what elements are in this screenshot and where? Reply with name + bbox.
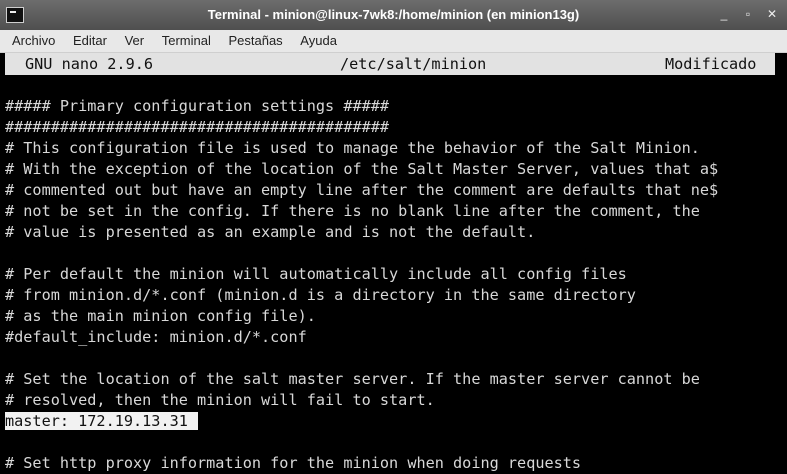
nano-filename: /etc/salt/minion [340,55,487,73]
terminal-area[interactable]: GNU nano 2.9.6 /etc/salt/minion Modifica… [0,53,787,472]
menu-ayuda[interactable]: Ayuda [293,30,344,52]
menu-ver[interactable]: Ver [118,30,152,52]
nano-modified-status: Modificado [665,55,757,73]
menu-editar[interactable]: Editar [66,30,114,52]
editor-line: ########################################… [5,118,390,136]
editor-line: # value is presented as an example and i… [5,223,536,241]
editor-line: # This configuration file is used to man… [5,139,700,157]
close-button[interactable]: ✕ [765,6,779,22]
selected-line-text: master: 172.19.13.31 [5,412,198,430]
editor-line: # resolved, then the minion will fail to… [5,391,435,409]
editor-line: # commented out but have an empty line a… [5,181,719,199]
editor-content[interactable]: ##### Primary configuration settings ###… [5,96,718,474]
editor-line: # Set the location of the salt master se… [5,370,700,388]
editor-line: # not be set in the config. If there is … [5,202,700,220]
menu-archivo[interactable]: Archivo [0,30,62,52]
nano-header-bar: GNU nano 2.9.6 /etc/salt/minion Modifica… [5,53,775,75]
editor-line: #default_include: minion.d/*.conf [5,328,307,346]
window-controls: _ ▫ ✕ [717,6,779,22]
editor-line: # Set http proxy information for the min… [5,454,582,472]
editor-line-selected: master: 172.19.13.31 [5,411,718,432]
menu-pestanas[interactable]: Pestañas [221,30,289,52]
maximize-button[interactable]: ▫ [741,6,755,22]
nano-version: GNU nano 2.9.6 [25,55,154,73]
window-title: Terminal - minion@linux-7wk8:/home/minio… [207,7,580,22]
menu-terminal[interactable]: Terminal [155,30,218,52]
menu-bar: Archivo Editar Ver Terminal Pestañas Ayu… [0,30,787,53]
editor-line: ##### Primary configuration settings ###… [5,97,390,115]
editor-line: # Per default the minion will automatica… [5,265,627,283]
minimize-button[interactable]: _ [717,6,731,22]
window-titlebar: Terminal - minion@linux-7wk8:/home/minio… [0,0,787,30]
editor-line: # as the main minion config file). [5,307,316,325]
editor-line: # from minion.d/*.conf (minion.d is a di… [5,286,636,304]
editor-line: # With the exception of the location of … [5,160,719,178]
